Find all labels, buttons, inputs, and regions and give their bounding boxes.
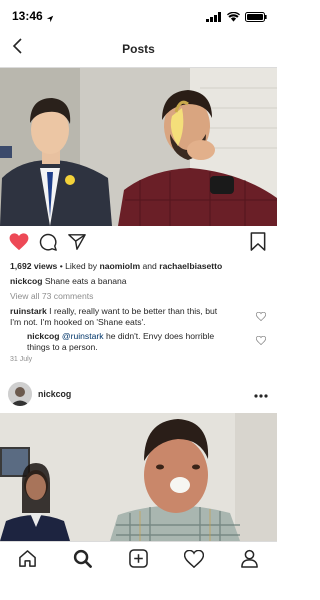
- post-timestamp: 31 July: [10, 356, 33, 363]
- comment-text-line1: I really, really want to be better than …: [46, 306, 218, 316]
- wifi-icon: [227, 9, 240, 27]
- post2-photo[interactable]: [0, 413, 277, 541]
- heart-icon: [183, 549, 205, 573]
- reply-text-line1: he didn't. Envy does horrible: [103, 331, 215, 341]
- comment-username[interactable]: ruinstark: [10, 306, 47, 316]
- comment-reply: nickcog @ruinstark he didn't. Envy does …: [27, 331, 214, 353]
- location-arrow-icon: [46, 10, 54, 28]
- reply-mention[interactable]: @ruinstark: [62, 331, 104, 341]
- views-likes-line: 1,692 views • Liked by naomiolm and rach…: [10, 261, 222, 271]
- reply-text-line2: things to a person.: [27, 342, 98, 352]
- home-icon: [18, 549, 37, 573]
- liked-and: and: [140, 261, 160, 271]
- post-photo[interactable]: [0, 68, 277, 226]
- comment: ruinstark I really, really want to be be…: [10, 306, 217, 328]
- battery-icon: [245, 9, 267, 27]
- nav-bar: Posts: [0, 30, 277, 68]
- post-image: [0, 68, 277, 226]
- more-icon: [254, 385, 268, 403]
- status-time: 13:46: [12, 9, 43, 23]
- heart-filled-icon: [9, 232, 29, 256]
- status-bar: 13:46: [0, 0, 277, 30]
- post-options-button[interactable]: [253, 388, 269, 400]
- page-title: Posts: [122, 42, 155, 56]
- post-caption: nickcog Shane eats a banana: [10, 276, 127, 286]
- share-button[interactable]: [66, 233, 88, 255]
- bottom-tab-bar: [0, 541, 277, 600]
- comment-text-line2: I'm not. I'm hooked on 'Shane eats'.: [10, 317, 146, 327]
- tab-new-post[interactable]: [127, 549, 149, 573]
- bookmark-icon: [250, 232, 266, 256]
- avatar[interactable]: [8, 382, 32, 406]
- caption-text: Shane eats a banana: [42, 276, 127, 286]
- view-count[interactable]: 1,692 views: [10, 261, 57, 271]
- heart-icon: [255, 308, 267, 326]
- tab-search[interactable]: [71, 549, 93, 573]
- like-button[interactable]: [8, 232, 30, 256]
- profile-icon: [240, 549, 259, 573]
- status-indicators: [206, 9, 267, 27]
- liked-by-label: • Liked by: [57, 261, 100, 271]
- tab-activity[interactable]: [183, 549, 205, 573]
- comment-button[interactable]: [37, 233, 59, 255]
- post2-username[interactable]: nickcog: [38, 389, 71, 399]
- view-all-comments-link[interactable]: View all 73 comments: [10, 291, 93, 301]
- heart-icon: [255, 332, 267, 350]
- tab-profile[interactable]: [238, 549, 260, 573]
- reply-username[interactable]: nickcog: [27, 331, 59, 341]
- comment-icon: [39, 233, 57, 256]
- save-button[interactable]: [247, 232, 269, 256]
- tab-home[interactable]: [16, 550, 38, 572]
- post2-header: nickcog: [0, 378, 277, 412]
- post-actions: [0, 230, 277, 256]
- post2-image: [0, 413, 277, 541]
- liked-user-2[interactable]: rachaelbiasetto: [159, 261, 222, 271]
- search-icon: [73, 549, 92, 573]
- share-icon: [68, 233, 86, 256]
- reply-like-button[interactable]: [255, 335, 267, 347]
- add-post-icon: [128, 549, 148, 573]
- liked-user-1[interactable]: naomiolm: [100, 261, 141, 271]
- signal-icon: [206, 9, 222, 27]
- comment-like-button[interactable]: [255, 311, 267, 323]
- caption-username[interactable]: nickcog: [10, 276, 42, 286]
